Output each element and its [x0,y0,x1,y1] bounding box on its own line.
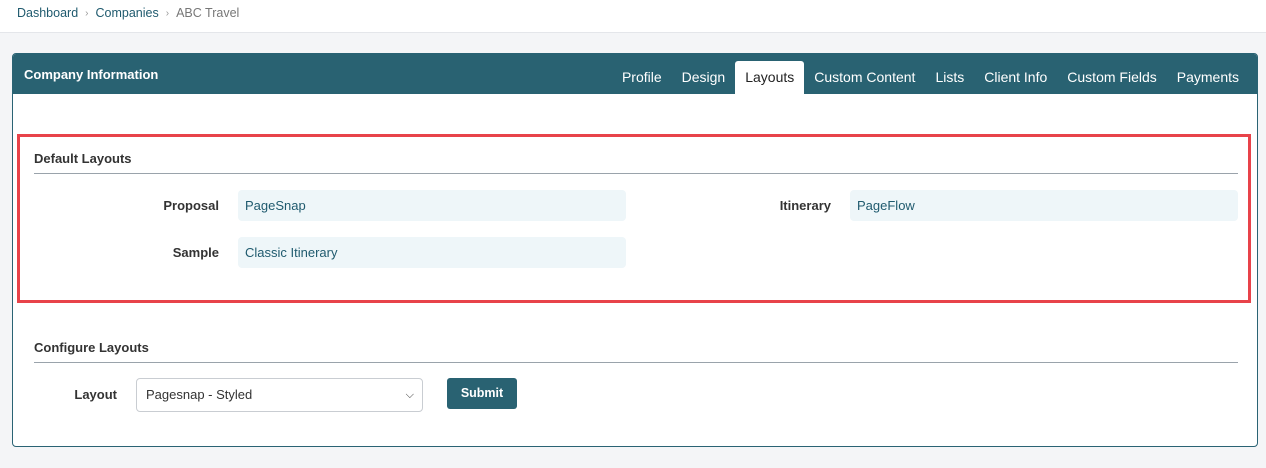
breadcrumb-dashboard[interactable]: Dashboard [17,6,78,20]
proposal-value: PageSnap [238,190,626,221]
top-bar: Dashboard › Companies › ABC Travel [0,0,1266,33]
sample-label: Sample [172,245,219,260]
layout-select-value: Pagesnap - Styled [146,387,253,402]
company-information-card: Company Information Profile Design Layou… [12,53,1258,447]
proposal-label: Proposal [163,198,219,213]
card-title: Company Information [24,67,159,82]
tab-payments[interactable]: Payments [1167,61,1249,94]
submit-button[interactable]: Submit [447,378,517,409]
breadcrumb-companies[interactable]: Companies [96,6,159,20]
chevron-right-icon: › [85,7,89,19]
tab-layouts[interactable]: Layouts [735,61,805,94]
tab-design[interactable]: Design [672,61,736,94]
default-layouts-title: Default Layouts [34,151,132,166]
configure-layouts-title: Configure Layouts [34,340,149,355]
itinerary-value: PageFlow [850,190,1238,221]
breadcrumb-current: ABC Travel [176,6,240,20]
itinerary-label: Itinerary [779,198,831,213]
tab-profile[interactable]: Profile [612,61,672,94]
tab-custom-fields[interactable]: Custom Fields [1057,61,1166,94]
default-layouts-divider [34,173,1238,174]
tab-bar: Profile Design Layouts Custom Content Li… [612,61,1249,94]
tab-custom-content[interactable]: Custom Content [804,61,925,94]
tab-lists[interactable]: Lists [925,61,974,94]
breadcrumb: Dashboard › Companies › ABC Travel [17,6,239,20]
tab-client-info[interactable]: Client Info [974,61,1057,94]
chevron-down-icon: ⌵ [405,389,414,401]
sample-value: Classic Itinerary [238,237,626,268]
layout-select[interactable]: Pagesnap - Styled ⌵ [136,378,423,412]
card-header: Company Information Profile Design Layou… [13,54,1257,94]
configure-layouts-divider [34,362,1238,363]
chevron-right-icon: › [165,7,170,19]
layout-label: Layout [74,387,117,402]
